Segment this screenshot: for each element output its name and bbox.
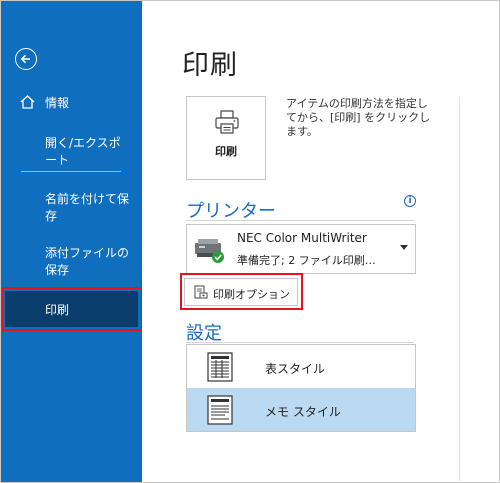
sidebar-item-save-as[interactable]: 名前を付けて保存	[1, 191, 142, 227]
info-icon[interactable]: i	[404, 195, 416, 207]
printer-device-icon	[195, 239, 224, 263]
memo-style-icon	[207, 395, 233, 425]
print-button-label: 印刷	[215, 145, 237, 158]
sidebar-item-label: 名前を付けて保存	[45, 192, 130, 223]
style-item-label: メモ スタイル	[265, 405, 341, 419]
print-style-list: 表スタイル メモ スタイル	[186, 344, 416, 432]
chevron-down-icon[interactable]	[400, 245, 408, 250]
style-item-memo[interactable]: メモ スタイル	[187, 388, 415, 431]
backstage-sidebar: 情報 開く/エクスポート 名前を付けて保存 添付ファイルの保存 印刷	[1, 1, 142, 482]
style-item-label: 表スタイル	[265, 362, 326, 376]
checkmark-icon	[212, 251, 224, 263]
printer-section-rule	[186, 220, 414, 221]
sidebar-item-label: 情報	[45, 96, 70, 110]
print-description: アイテムの印刷方法を指定してから、[印刷] をクリックします。	[286, 97, 431, 138]
sidebar-item-label: 添付ファイルの保存	[45, 246, 130, 277]
print-pane: 印刷 印刷 アイテムの印刷方法を指定してから、[印刷] をクリックします。 プリ…	[142, 1, 499, 482]
sidebar-item-label: 開く/エクスポート	[45, 136, 121, 167]
page-title: 印刷	[182, 50, 238, 81]
printer-name: NEC Color MultiWriter	[237, 231, 367, 245]
sidebar-item-open-export[interactable]: 開く/エクスポート	[1, 135, 142, 167]
printer-icon	[215, 110, 239, 134]
print-button[interactable]: 印刷	[186, 96, 266, 180]
back-arrow-icon[interactable]	[15, 48, 37, 70]
style-item-table[interactable]: 表スタイル	[187, 345, 415, 388]
sidebar-item-save-attachments[interactable]: 添付ファイルの保存	[1, 245, 142, 281]
printer-status: 準備完了; 2 ファイル印刷…	[237, 254, 376, 267]
backstage-window: 情報 開く/エクスポート 名前を付けて保存 添付ファイルの保存 印刷 印刷 印刷…	[0, 0, 500, 483]
pane-divider	[459, 97, 460, 481]
printer-dropdown[interactable]: NEC Color MultiWriter 準備完了; 2 ファイル印刷…	[186, 224, 416, 274]
print-nav-highlight	[2, 287, 143, 331]
print-options-highlight	[180, 273, 303, 310]
sidebar-divider	[21, 171, 121, 172]
settings-section-rule	[186, 342, 414, 343]
home-icon	[19, 94, 36, 115]
sidebar-item-info[interactable]: 情報	[1, 95, 142, 115]
table-style-icon	[207, 352, 233, 382]
